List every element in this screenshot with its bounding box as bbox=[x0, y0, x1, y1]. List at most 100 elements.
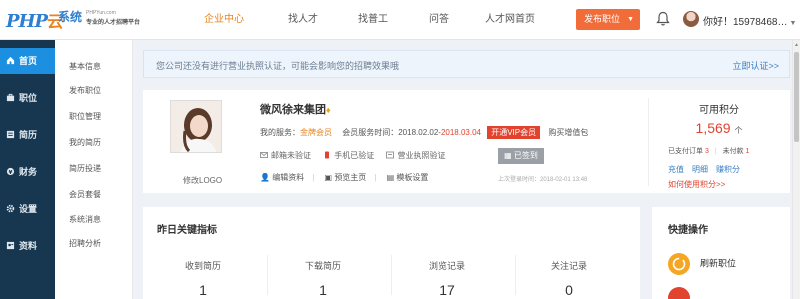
notice-text: 您公司还没有进行营业执照认证，可能会影响您的招聘效果哦 bbox=[156, 61, 400, 71]
service-start: 2018.02.02- bbox=[398, 128, 441, 137]
metric-received-resumes[interactable]: 收到简历 1 bbox=[143, 259, 263, 298]
scroll-thumb[interactable] bbox=[794, 52, 799, 142]
phone-icon bbox=[325, 151, 330, 159]
metric-label: 收到简历 bbox=[184, 261, 221, 271]
logo-text: 系统 bbox=[58, 10, 83, 24]
signed-label: 已签到 bbox=[513, 151, 538, 160]
site-logo[interactable]: PHP云 系统 PHPYun.com 专业的人才招聘平台 bbox=[6, 8, 146, 32]
metric-downloaded-resumes[interactable]: 下载简历 1 bbox=[263, 259, 383, 298]
metrics-title: 昨日关键指标 bbox=[157, 225, 217, 236]
sub-item-resume-delivery[interactable]: 简历投递 bbox=[69, 163, 101, 174]
nav-talent-home[interactable]: 人才网首页 bbox=[471, 0, 549, 40]
service-time-label: 会员服务时间： bbox=[342, 128, 399, 137]
logo-slogan: 专业的人才招聘平台 bbox=[86, 20, 141, 26]
top-nav: 企业中心 找人才 找普工 问答 人才网首页 bbox=[195, 0, 549, 40]
email-verify-status[interactable]: 邮箱未验证 bbox=[260, 151, 311, 160]
template-icon: ▤ bbox=[386, 173, 395, 182]
portrait-image bbox=[171, 101, 221, 152]
metric-browse-records[interactable]: 浏览记录 17 bbox=[387, 259, 507, 298]
template-settings-link[interactable]: ▤ 模板设置 bbox=[387, 173, 429, 182]
sidebar-item-profile[interactable]: 资料 bbox=[0, 233, 55, 259]
points-title: 可用积分 bbox=[699, 105, 739, 116]
sidebar-item-resumes[interactable]: 简历 bbox=[0, 122, 55, 148]
logo-sub: PHPYun.com bbox=[86, 10, 116, 16]
signed-in-button[interactable]: ▦ 已签到 bbox=[498, 148, 544, 164]
points-actions: 充值 明细 赚积分 bbox=[668, 164, 748, 175]
earn-points-link[interactable]: 赚积分 bbox=[716, 165, 740, 174]
edit-profile-link[interactable]: 👤 编辑资料 bbox=[260, 173, 304, 182]
service-end: 2018.03.04 bbox=[440, 128, 481, 137]
greeting-text: 你好！15978468… bbox=[703, 17, 788, 28]
main-sidebar: 首页 职位 简历 ¥ 财务 设置 资料 bbox=[0, 40, 55, 299]
metric-value: 1 bbox=[319, 282, 327, 298]
svg-text:¥: ¥ bbox=[9, 170, 13, 176]
quick-actions-card: 快捷操作 刷新职位 bbox=[652, 207, 790, 299]
sub-item-system-messages[interactable]: 系统消息 bbox=[69, 214, 101, 225]
service-row: 我的服务：金牌会员 会员服务时间：2018.02.02-2018.03.04 开… bbox=[260, 126, 588, 139]
sidebar-item-label: 资料 bbox=[19, 241, 38, 251]
sidebar-item-finance[interactable]: ¥ 财务 bbox=[0, 159, 55, 185]
sub-item-my-resumes[interactable]: 我的简历 bbox=[69, 137, 101, 148]
metric-label: 关注记录 bbox=[550, 261, 587, 271]
home-icon bbox=[6, 56, 15, 65]
nav-qa[interactable]: 问答 bbox=[419, 0, 459, 40]
phone-verify-status[interactable]: 手机已验证 bbox=[323, 151, 374, 160]
divider: | bbox=[312, 173, 315, 182]
unpaid-orders-count[interactable]: 1 bbox=[746, 148, 750, 155]
avatar[interactable] bbox=[683, 11, 699, 27]
page-scrollbar[interactable]: ▲ bbox=[792, 40, 800, 299]
sub-item-basic-info[interactable]: 基本信息 bbox=[69, 61, 101, 72]
open-vip-button[interactable]: 开通VIP会员 bbox=[487, 126, 541, 139]
user-greeting[interactable]: 你好！15978468… ▼ bbox=[703, 13, 796, 28]
yesterday-metrics-card: 昨日关键指标 收到简历 1 下载简历 1 浏览记录 17 关注记录 0 bbox=[143, 207, 640, 299]
refresh-icon bbox=[668, 253, 690, 275]
sub-item-recruitment-analysis[interactable]: 招聘分析 bbox=[69, 238, 101, 249]
sub-item-job-management[interactable]: 职位管理 bbox=[69, 111, 101, 122]
quick-actions-title: 快捷操作 bbox=[668, 225, 708, 236]
resume-icon bbox=[6, 130, 15, 139]
details-link[interactable]: 明细 bbox=[692, 165, 708, 174]
company-profile-card: 修改LOGO 微风徐来集团♦ 我的服务：金牌会员 会员服务时间：2018.02.… bbox=[143, 90, 790, 193]
divider: | bbox=[714, 148, 717, 155]
sidebar-item-home[interactable]: 首页 bbox=[0, 48, 55, 74]
unpaid-orders-label: 未付款 bbox=[722, 148, 744, 155]
sidebar-item-jobs[interactable]: 职位 bbox=[0, 85, 55, 111]
quick-action-second[interactable] bbox=[668, 287, 700, 299]
buy-package-link[interactable]: 购买增值包 bbox=[548, 128, 588, 137]
verification-row: 邮箱未验证 手机已验证 营业执照验证 bbox=[260, 150, 455, 161]
license-verify-status[interactable]: 营业执照验证 bbox=[386, 151, 445, 160]
sub-item-publish-job[interactable]: 发布职位 bbox=[69, 85, 101, 96]
metric-value: 1 bbox=[199, 282, 207, 298]
metric-follow-records[interactable]: 关注记录 0 bbox=[509, 259, 629, 298]
edit-icon bbox=[668, 287, 690, 299]
publish-job-button[interactable]: 发布职位 ▼ bbox=[576, 9, 640, 30]
paid-orders-count[interactable]: 3 bbox=[705, 148, 709, 155]
recharge-link[interactable]: 充值 bbox=[668, 165, 684, 174]
diamond-icon: ♦ bbox=[326, 105, 331, 115]
sidebar-item-label: 职位 bbox=[19, 93, 38, 103]
edit-logo-link[interactable]: 修改LOGO bbox=[183, 175, 222, 186]
refresh-jobs-action[interactable]: 刷新职位 bbox=[668, 253, 736, 275]
metric-label: 浏览记录 bbox=[428, 261, 465, 271]
scroll-up-arrow-icon[interactable]: ▲ bbox=[794, 42, 799, 48]
profile-icon bbox=[6, 241, 15, 250]
gear-icon bbox=[6, 204, 15, 213]
nav-find-workers[interactable]: 找普工 bbox=[349, 0, 397, 40]
preview-home-link[interactable]: ▣ 预览主页 bbox=[325, 173, 367, 182]
bell-icon[interactable] bbox=[656, 11, 670, 27]
nav-enterprise-center[interactable]: 企业中心 bbox=[195, 0, 253, 40]
company-logo-image[interactable] bbox=[170, 100, 222, 153]
sidebar-item-label: 简历 bbox=[19, 130, 38, 140]
how-to-use-points-link[interactable]: 如何使用积分>> bbox=[668, 179, 725, 190]
sub-sidebar: 基本信息 发布职位 职位管理 我的简历 简历投递 会员套餐 系统消息 招聘分析 bbox=[55, 40, 133, 299]
sidebar-item-settings[interactable]: 设置 bbox=[0, 196, 55, 222]
logo-mark-text: PHP bbox=[6, 11, 48, 32]
template-settings-label: 模板设置 bbox=[396, 173, 429, 182]
finance-icon: ¥ bbox=[6, 167, 15, 176]
logo-mark: PHP云 bbox=[6, 8, 63, 32]
nav-find-talent[interactable]: 找人才 bbox=[265, 0, 341, 40]
preview-icon: ▣ bbox=[324, 173, 333, 182]
verify-now-link[interactable]: 立即认证>> bbox=[732, 59, 779, 72]
sub-item-membership[interactable]: 会员套餐 bbox=[69, 189, 101, 200]
license-notice: 您公司还没有进行营业执照认证，可能会影响您的招聘效果哦 立即认证>> bbox=[143, 50, 790, 78]
